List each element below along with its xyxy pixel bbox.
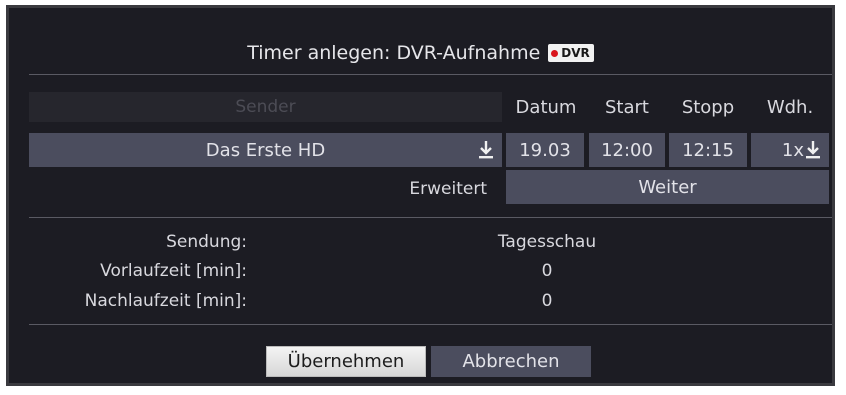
divider-bottom	[29, 324, 832, 325]
dialog-title-bar: Timer anlegen: DVR-Aufnahme DVR	[9, 35, 832, 71]
nachlauf-label: Nachlaufzeit [min]:	[84, 291, 247, 311]
timer-dialog: Timer anlegen: DVR-Aufnahme DVR Sender D…	[6, 5, 835, 386]
sender-select[interactable]: Das Erste HD	[29, 133, 502, 167]
weiter-button[interactable]: Weiter	[506, 170, 829, 204]
sender-header: Sender	[29, 92, 502, 122]
dialog-title: Timer anlegen: DVR-Aufnahme	[247, 42, 541, 64]
wdh-select[interactable]: 1x	[751, 133, 829, 167]
wdh-value: 1x	[781, 139, 804, 161]
record-dot-icon	[551, 49, 559, 57]
datum-field[interactable]: 19.03	[506, 133, 584, 167]
vorlauf-label: Vorlaufzeit [min]:	[100, 261, 247, 281]
divider-middle	[29, 217, 832, 218]
sendung-label: Sendung:	[166, 232, 247, 252]
dvr-badge-label: DVR	[561, 46, 590, 60]
start-header: Start	[605, 96, 649, 118]
start-field[interactable]: 12:00	[589, 133, 665, 167]
sendung-value: Tagesschau	[497, 232, 597, 252]
divider-top	[29, 74, 832, 75]
cancel-button[interactable]: Abbrechen	[431, 346, 591, 377]
ok-button[interactable]: Übernehmen	[266, 346, 426, 377]
datum-header: Datum	[515, 96, 577, 118]
stopp-header: Stopp	[681, 96, 735, 118]
download-arrow-icon	[478, 140, 494, 160]
sender-value: Das Erste HD	[205, 139, 326, 161]
download-arrow-icon	[805, 140, 821, 160]
extended-label: Erweitert	[409, 179, 487, 199]
stopp-field[interactable]: 12:15	[669, 133, 747, 167]
wdh-header: Wdh.	[766, 96, 814, 118]
dvr-badge: DVR	[548, 44, 594, 62]
nachlauf-value: 0	[541, 291, 553, 311]
vorlauf-value: 0	[541, 261, 553, 281]
